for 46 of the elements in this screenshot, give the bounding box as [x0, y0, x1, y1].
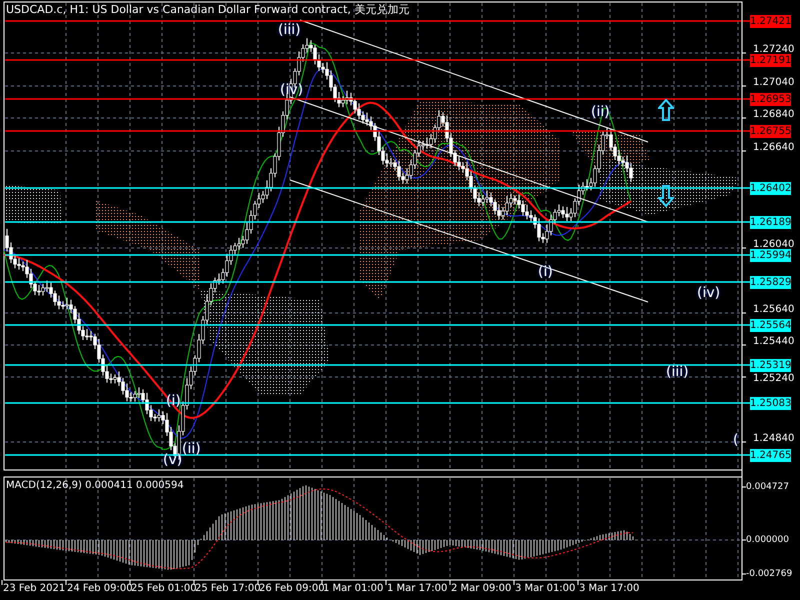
wave-label: (iii) [666, 364, 689, 380]
time-tick-label: 1 Mar 17:00 [387, 583, 448, 595]
price-tick-label: 1.25440 [753, 336, 794, 348]
time-tick-label: 1 Mar 01:00 [323, 583, 384, 595]
price-tick-label: 1.25240 [753, 373, 794, 385]
time-tick-label: 25 Feb 01:00 [131, 583, 197, 595]
time-tick-label: 24 Feb 09:00 [67, 583, 133, 595]
indicator-tick-label: 0.000000 [746, 534, 789, 546]
time-tick-label: 3 Mar 17:00 [579, 583, 640, 595]
price-level-label: 1.27421 [750, 15, 791, 28]
wave-label: (iv) [697, 285, 720, 301]
price-tick-label: 1.26040 [753, 239, 794, 250]
price-level-label: 1.26402 [750, 182, 791, 195]
price-tick-label: 1.25640 [753, 304, 794, 316]
wave-label: (i) [538, 264, 553, 280]
price-level-label: 1.27191 [750, 54, 791, 67]
price-level-label: 1.24765 [750, 449, 791, 462]
chart-title: USDCAD.c, H1: US Dollar vs Canadian Dollar Forward contract, 美元兑加元 [6, 3, 410, 16]
price-tick-label: 1.24840 [753, 433, 794, 445]
price-tick-label: 1.26640 [753, 142, 794, 154]
price-level-label: 1.25319 [750, 359, 791, 372]
wave-label: (v) [163, 452, 182, 468]
price-level-label: 1.25829 [750, 276, 791, 289]
time-tick-label: 26 Feb 09:00 [259, 583, 325, 595]
time-tick-label: 3 Mar 01:00 [515, 583, 576, 595]
price-tick-label: 1.27040 [753, 77, 794, 89]
down-arrow-icon [658, 185, 674, 207]
time-tick-label: 25 Feb 17:00 [195, 583, 261, 595]
time-tick-label: 23 Feb 2021 [3, 583, 66, 595]
price-tick-label: 1.27240 [753, 44, 794, 56]
wave-label: ( [733, 432, 738, 448]
indicator-tick-label: -0.002769 [746, 568, 792, 580]
price-level-label: 1.25994 [750, 249, 791, 262]
indicator-label: MACD(12,26,9) 0.000411 0.000594 [6, 480, 184, 492]
price-tick-label: 1.26840 [753, 109, 794, 121]
price-level-label: 1.26755 [750, 125, 791, 138]
cloud-area [5, 185, 62, 225]
wave-label: (iii) [278, 22, 301, 38]
indicator-tick-label: 0.004727 [746, 481, 789, 493]
price-level-label: 1.26189 [750, 216, 791, 229]
time-tick-label: 2 Mar 09:00 [451, 583, 512, 595]
price-level-label: 1.26953 [750, 93, 791, 106]
wave-label: (ii) [182, 441, 201, 457]
price-level-label: 1.25564 [750, 319, 791, 332]
price-level-label: 1.25083 [750, 397, 791, 410]
up-arrow-icon [658, 99, 674, 121]
